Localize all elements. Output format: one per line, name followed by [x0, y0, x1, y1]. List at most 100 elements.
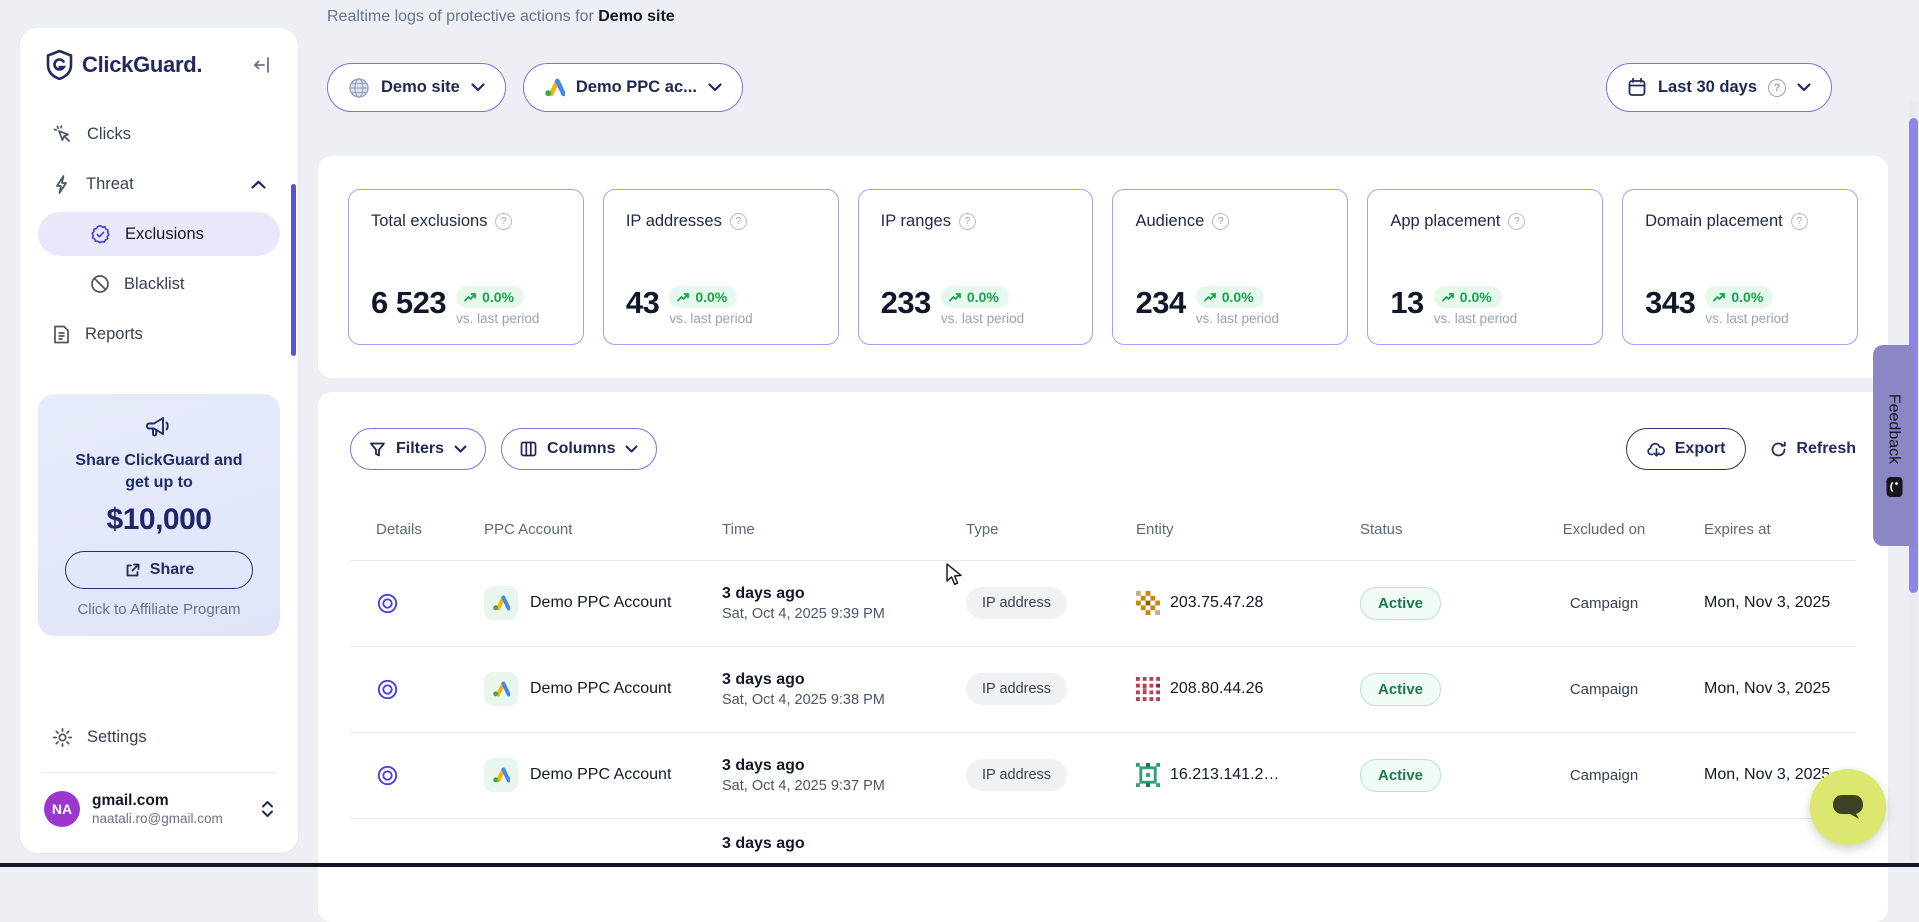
help-circle-icon[interactable]: ? [495, 213, 512, 230]
status-cell: Active [1360, 759, 1530, 792]
help-circle-icon[interactable]: ? [1768, 79, 1786, 97]
stat-card-app-placement: App placement? 13 0.0% vs. last period [1367, 189, 1603, 345]
trend-caption: vs. last period [456, 311, 539, 326]
ppc-account-name: Demo PPC Account [530, 766, 671, 784]
col-header-excluded-on[interactable]: Excluded on [1549, 520, 1659, 540]
sidebar-collapse-icon[interactable] [252, 55, 272, 75]
stat-label: Total exclusions [371, 212, 487, 231]
affiliate-promo-card: Share ClickGuard and get up to $10,000 S… [38, 394, 280, 636]
trend-up-icon [464, 292, 477, 302]
ppc-account-cell: Demo PPC Account [484, 672, 722, 706]
entity-identicon [1136, 591, 1160, 615]
trend-badge: 0.0% [941, 286, 1009, 308]
stat-value: 234 [1135, 286, 1185, 320]
entity-cell: 203.75.47.28 [1136, 591, 1360, 615]
entity-identicon [1136, 763, 1160, 787]
globe-icon [348, 77, 370, 99]
stat-label: IP ranges [881, 212, 951, 231]
ppc-account-selector-label: Demo PPC ac... [576, 78, 697, 97]
entity-identicon [1136, 677, 1160, 701]
stat-card-audience: Audience? 234 0.0% vs. last period [1112, 189, 1348, 345]
help-circle-icon[interactable]: ? [730, 213, 747, 230]
chat-bubble-icon [1831, 792, 1865, 822]
sidebar-item-clicks[interactable]: Clicks [38, 112, 280, 156]
google-ads-icon [544, 78, 565, 97]
time-cell: 3 days ago Sat, Oct 4, 2025 9:39 PM [722, 585, 966, 622]
subtitle-site-name: Demo site [598, 8, 674, 25]
type-badge: IP address [966, 673, 1067, 705]
details-target-icon [376, 592, 399, 615]
status-badge: Active [1360, 587, 1441, 620]
col-header-ppc-account[interactable]: PPC Account [484, 521, 722, 538]
stat-card-domain-placement: Domain placement? 343 0.0% vs. last peri… [1622, 189, 1858, 345]
ppc-account-name: Demo PPC Account [530, 680, 671, 698]
funnel-icon [369, 441, 386, 458]
table-row: Demo PPC Account 3 days ago Sat, Oct 4, … [350, 561, 1856, 647]
refresh-label: Refresh [1796, 440, 1856, 458]
stat-label: IP addresses [626, 212, 722, 231]
date-range-dropdown[interactable]: Last 30 days ? [1606, 63, 1832, 112]
type-badge: IP address [966, 759, 1067, 791]
stat-card-ip-ranges: IP ranges? 233 0.0% vs. last period [858, 189, 1094, 345]
ppc-account-selector-dropdown[interactable]: Demo PPC ac... [523, 63, 743, 112]
row-details-button[interactable] [350, 592, 484, 615]
status-cell: Active [1360, 673, 1530, 706]
sidebar-item-exclusions[interactable]: Exclusions [38, 212, 280, 256]
feedback-face-icon [1883, 476, 1905, 498]
chat-launcher-button[interactable] [1810, 769, 1886, 845]
help-circle-icon[interactable]: ? [1791, 213, 1808, 230]
lightning-icon [52, 174, 72, 195]
time-relative: 3 days ago [722, 757, 966, 775]
trend-value: 0.0% [1460, 289, 1492, 305]
help-circle-icon[interactable]: ? [1212, 213, 1229, 230]
filters-dropdown[interactable]: Filters [350, 428, 486, 470]
export-button[interactable]: Export [1626, 428, 1747, 470]
subtitle-text: Realtime logs of protective actions for [327, 8, 598, 25]
help-circle-icon[interactable]: ? [1508, 213, 1525, 230]
sidebar-item-settings[interactable]: Settings [38, 717, 280, 758]
col-header-type[interactable]: Type [966, 521, 1136, 538]
col-header-expires-at[interactable]: Expires at [1678, 521, 1856, 538]
affiliate-link[interactable]: Click to Affiliate Program [52, 601, 266, 618]
time-absolute: Sat, Oct 4, 2025 9:39 PM [722, 606, 966, 622]
feedback-label: Feedback [1885, 393, 1903, 463]
columns-dropdown[interactable]: Columns [501, 428, 657, 470]
chevron-down-icon [625, 445, 638, 453]
sidebar-scrollbar-thumb[interactable] [291, 184, 296, 356]
google-ads-icon [484, 672, 518, 706]
sidebar-item-reports[interactable]: Reports [38, 312, 280, 356]
account-switcher[interactable]: NA gmail.com naatali.ro@gmail.com [38, 787, 280, 837]
sidebar-item-label: Clicks [87, 125, 131, 144]
row-details-button[interactable] [350, 678, 484, 701]
stat-value: 43 [626, 286, 659, 320]
col-header-time[interactable]: Time [722, 521, 966, 538]
ppc-account-cell: Demo PPC Account [484, 586, 722, 620]
share-button[interactable]: Share [65, 551, 253, 589]
type-cell: IP address [966, 673, 1136, 705]
sidebar-item-blacklist[interactable]: Blacklist [38, 262, 280, 306]
chevron-up-icon[interactable] [251, 180, 266, 189]
trend-value: 0.0% [1731, 289, 1763, 305]
refresh-button[interactable]: Refresh [1770, 440, 1856, 458]
feedback-tab[interactable]: Feedback [1873, 345, 1914, 546]
trend-value: 0.0% [695, 289, 727, 305]
trend-up-icon [1442, 292, 1455, 302]
col-header-status[interactable]: Status [1360, 521, 1530, 538]
help-circle-icon[interactable]: ? [959, 213, 976, 230]
col-header-details[interactable]: Details [350, 521, 484, 538]
window-edge-strip [0, 863, 1919, 867]
site-selector-dropdown[interactable]: Demo site [327, 63, 506, 112]
time-cell: 3 days ago Sat, Oct 4, 2025 9:38 PM [722, 671, 966, 708]
col-header-entity[interactable]: Entity [1136, 521, 1360, 538]
stat-label: App placement [1390, 212, 1500, 231]
sidebar-item-threat[interactable]: Threat [38, 162, 280, 206]
trend-caption: vs. last period [1705, 311, 1788, 326]
excluded-on-cell: Campaign [1530, 767, 1678, 784]
google-ads-icon [484, 586, 518, 620]
status-badge: Active [1360, 759, 1441, 792]
row-details-button[interactable] [350, 764, 484, 787]
trend-value: 0.0% [1222, 289, 1254, 305]
selector-row: Demo site Demo PPC ac... [327, 63, 743, 112]
status-cell: Active [1360, 587, 1530, 620]
chevron-down-icon [454, 445, 467, 453]
